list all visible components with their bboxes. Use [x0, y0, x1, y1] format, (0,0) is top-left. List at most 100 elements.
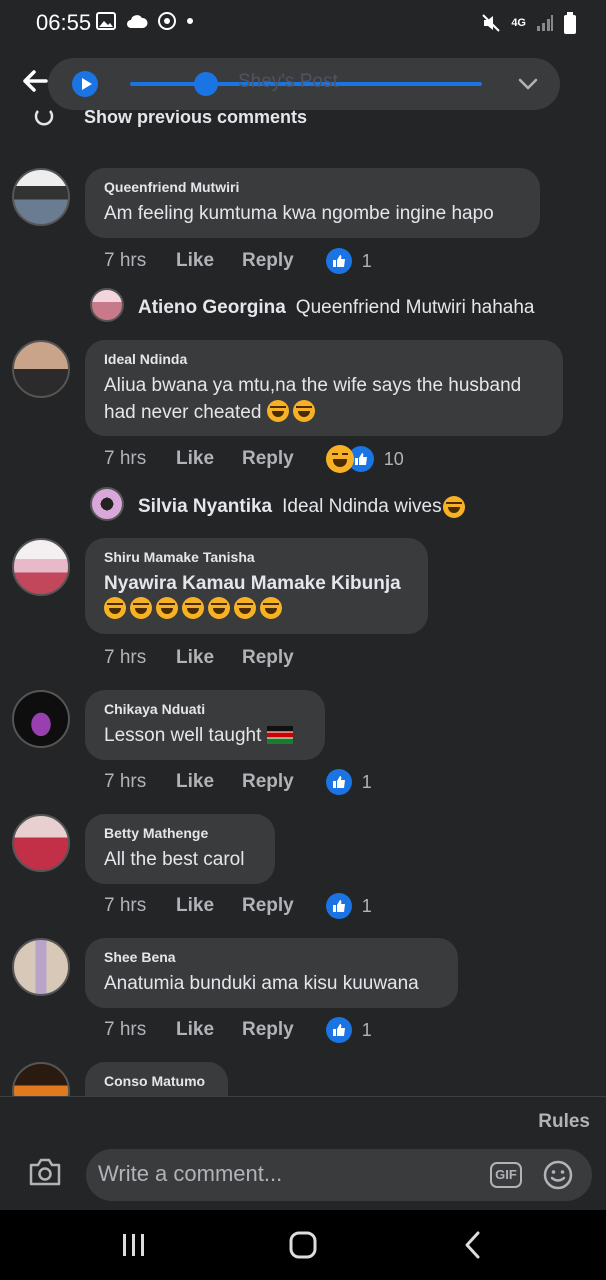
- like-button[interactable]: Like: [176, 250, 218, 272]
- reaction-count: 1: [361, 1019, 372, 1040]
- reaction-summary[interactable]: 1: [325, 893, 372, 919]
- comment-text[interactable]: Nyawira Kamau Mamake Kibunja: [104, 570, 409, 597]
- back-arrow-icon[interactable]: [20, 66, 50, 96]
- chevron-down-icon[interactable]: [516, 72, 540, 96]
- comment-actions: 7 hrs Like Reply 1: [104, 1015, 372, 1045]
- comment-text-block: Aliua bwana ya mtu,na the wife says the …: [104, 372, 544, 426]
- avatar[interactable]: [12, 938, 70, 996]
- header: Shey's Post: [0, 58, 606, 112]
- comment-actions: 7 hrs Like Reply 10: [104, 444, 404, 474]
- rofl-emoji-icon: [260, 597, 282, 619]
- reply-author[interactable]: Silvia Nyantika: [138, 496, 272, 518]
- camera-icon[interactable]: [28, 1157, 62, 1187]
- reply-button[interactable]: Reply: [242, 895, 294, 917]
- reaction-summary[interactable]: 1: [325, 1017, 372, 1043]
- avatar[interactable]: [90, 487, 124, 521]
- refresh-icon: [34, 110, 54, 126]
- like-button[interactable]: Like: [176, 1019, 218, 1041]
- comment-actions: 7 hrs Like Reply 1: [104, 891, 372, 921]
- reply-text: Ideal Ndinda wives: [282, 496, 442, 517]
- reply-button[interactable]: Reply: [242, 771, 294, 793]
- reply-button[interactable]: Reply: [242, 1019, 294, 1041]
- comment-time: 7 hrs: [104, 647, 147, 668]
- comment-author[interactable]: Betty Mathenge: [104, 825, 256, 841]
- status-bar: 06:55 4G: [0, 0, 606, 46]
- thumbs-up-icon: [325, 248, 352, 274]
- comment-author[interactable]: Chikaya Nduati: [104, 701, 306, 717]
- avatar[interactable]: [12, 340, 70, 398]
- reaction-count: 1: [361, 771, 372, 792]
- thumbs-up-icon: [325, 769, 352, 795]
- recent-apps-icon[interactable]: [118, 1230, 150, 1260]
- avatar[interactable]: [12, 168, 70, 226]
- comment-author[interactable]: Shee Bena: [104, 949, 439, 965]
- show-previous-label: Show previous comments: [84, 110, 308, 127]
- system-navigation-bar: [0, 1210, 606, 1280]
- comment-author[interactable]: Ideal Ndinda: [104, 351, 544, 367]
- rofl-emoji-icon: [130, 597, 152, 619]
- like-button[interactable]: Like: [176, 895, 218, 917]
- audio-progress-knob[interactable]: [194, 72, 218, 96]
- status-time: 06:55: [36, 10, 92, 35]
- comment-bubble: Ideal Ndinda Aliua bwana ya mtu,na the w…: [85, 340, 563, 436]
- comment-bubble: Chikaya Nduati Lesson well taught: [85, 690, 325, 760]
- like-button[interactable]: Like: [176, 647, 218, 669]
- avatar[interactable]: [12, 538, 70, 596]
- comment-time: 7 hrs: [104, 250, 147, 271]
- avatar[interactable]: [90, 288, 124, 322]
- home-icon[interactable]: [287, 1230, 319, 1260]
- comment-bubble: Betty Mathenge All the best carol: [85, 814, 275, 884]
- rules-link[interactable]: Rules: [538, 1111, 590, 1133]
- comment-bubble: Queenfriend Mutwiri Am feeling kumtuma k…: [85, 168, 540, 238]
- comment-time: 7 hrs: [104, 771, 147, 792]
- dot-icon: [187, 18, 193, 24]
- soccer-icon: [158, 12, 176, 30]
- emoji-row: [104, 597, 409, 623]
- play-icon[interactable]: [72, 71, 98, 97]
- laughing-emoji-icon: [442, 496, 465, 518]
- avatar[interactable]: [12, 814, 70, 872]
- comment-time: 7 hrs: [104, 448, 147, 469]
- comment-composer: Rules GIF: [0, 1096, 606, 1210]
- network-type: 4G: [511, 17, 526, 29]
- comment-actions: 7 hrs Like Reply 1: [104, 767, 372, 797]
- like-button[interactable]: Like: [176, 448, 218, 470]
- post-title: Shey's Post: [238, 71, 338, 92]
- smiley-icon[interactable]: [542, 1159, 574, 1191]
- comment-text-block: Lesson well taught: [104, 722, 306, 749]
- audio-player: Shey's Post: [48, 58, 560, 110]
- show-previous-comments[interactable]: Show previous comments: [34, 110, 307, 134]
- thumbs-up-icon: [325, 1017, 352, 1043]
- reply-button[interactable]: Reply: [242, 250, 294, 272]
- nav-back-icon[interactable]: [458, 1230, 490, 1260]
- reply-preview[interactable]: Silvia Nyantika Ideal Ndinda wives: [138, 492, 469, 522]
- mute-icon: [482, 14, 501, 32]
- comment-author[interactable]: Conso Matumo: [104, 1073, 209, 1089]
- cloud-icon: [127, 15, 148, 28]
- reply-author[interactable]: Atieno Georgina: [138, 297, 286, 319]
- reaction-count: 1: [361, 250, 372, 271]
- comment-author[interactable]: Queenfriend Mutwiri: [104, 179, 521, 195]
- reply-button[interactable]: Reply: [242, 448, 294, 470]
- comment-author[interactable]: Shiru Mamake Tanisha: [104, 549, 409, 565]
- like-button[interactable]: Like: [176, 771, 218, 793]
- comment-text: Lesson well taught: [104, 725, 262, 746]
- comment-time: 7 hrs: [104, 1019, 147, 1040]
- comment-input[interactable]: [98, 1161, 468, 1187]
- gif-icon[interactable]: GIF: [490, 1162, 522, 1188]
- haha-icon: [325, 445, 354, 473]
- reply-button[interactable]: Reply: [242, 647, 294, 669]
- avatar[interactable]: [12, 690, 70, 748]
- comment-text: Anatumia bunduki ama kisu kuuwana: [104, 973, 419, 994]
- comment-actions: 7 hrs Like Reply 1: [104, 246, 372, 276]
- thumbs-up-icon: [325, 893, 352, 919]
- comment-text: All the best carol: [104, 849, 245, 870]
- reply-preview[interactable]: Atieno Georgina Queenfriend Mutwiri haha…: [138, 293, 535, 323]
- comment-input-box[interactable]: GIF: [86, 1149, 592, 1201]
- comment-time: 7 hrs: [104, 895, 147, 916]
- laughing-emoji-icon: [266, 400, 289, 422]
- reaction-summary[interactable]: 10: [325, 445, 404, 473]
- reaction-summary[interactable]: 1: [325, 769, 372, 795]
- system-icons: 4G: [481, 12, 576, 34]
- reaction-summary[interactable]: 1: [325, 248, 372, 274]
